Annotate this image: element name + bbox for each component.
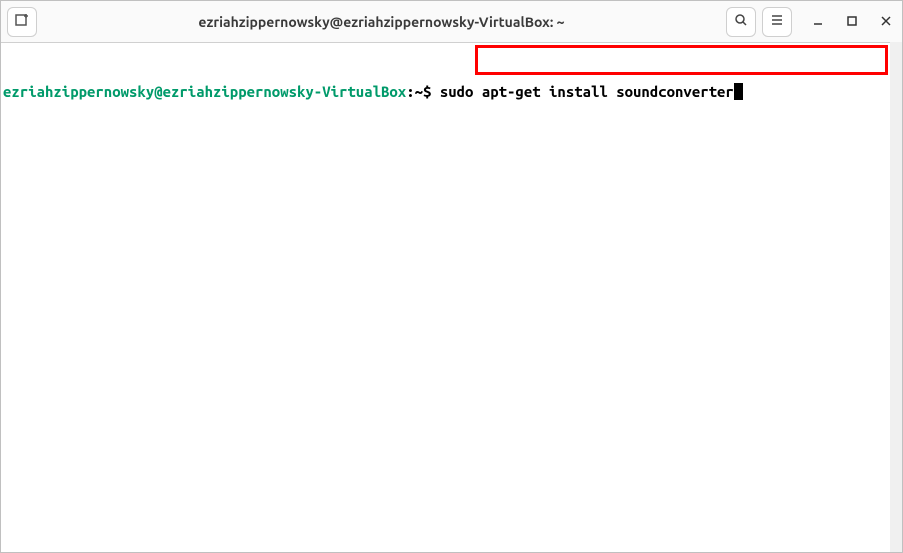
- minimize-icon: [812, 13, 824, 31]
- new-tab-button[interactable]: [7, 7, 37, 37]
- terminal-window: ezriahzippernowsky@ezriahzippernowsky-Vi…: [0, 0, 903, 553]
- menu-icon: [770, 13, 784, 31]
- cursor: [734, 83, 743, 100]
- maximize-icon: [846, 13, 858, 31]
- titlebar: ezriahzippernowsky@ezriahzippernowsky-Vi…: [1, 1, 902, 43]
- search-icon: [734, 13, 748, 31]
- vertical-scrollbar[interactable]: [890, 42, 902, 552]
- close-icon: [880, 13, 892, 31]
- window-controls: [808, 12, 896, 32]
- prompt-line: ezriahzippernowsky@ezriahzippernowsky-Vi…: [1, 83, 902, 101]
- prompt-colon: :: [406, 83, 414, 101]
- minimize-button[interactable]: [808, 12, 828, 32]
- maximize-button[interactable]: [842, 12, 862, 32]
- search-button[interactable]: [726, 7, 756, 37]
- command-input: sudo apt-get install soundconverter: [440, 83, 734, 101]
- menu-button[interactable]: [762, 7, 792, 37]
- prompt-user-host: ezriahzippernowsky@ezriahzippernowsky-Vi…: [3, 83, 406, 101]
- window-title: ezriahzippernowsky@ezriahzippernowsky-Vi…: [43, 14, 720, 30]
- prompt-path: ~: [415, 83, 423, 101]
- prompt-symbol: $: [423, 83, 440, 101]
- new-tab-icon: [14, 12, 30, 32]
- terminal-content[interactable]: ezriahzippernowsky@ezriahzippernowsky-Vi…: [1, 43, 902, 552]
- close-button[interactable]: [876, 12, 896, 32]
